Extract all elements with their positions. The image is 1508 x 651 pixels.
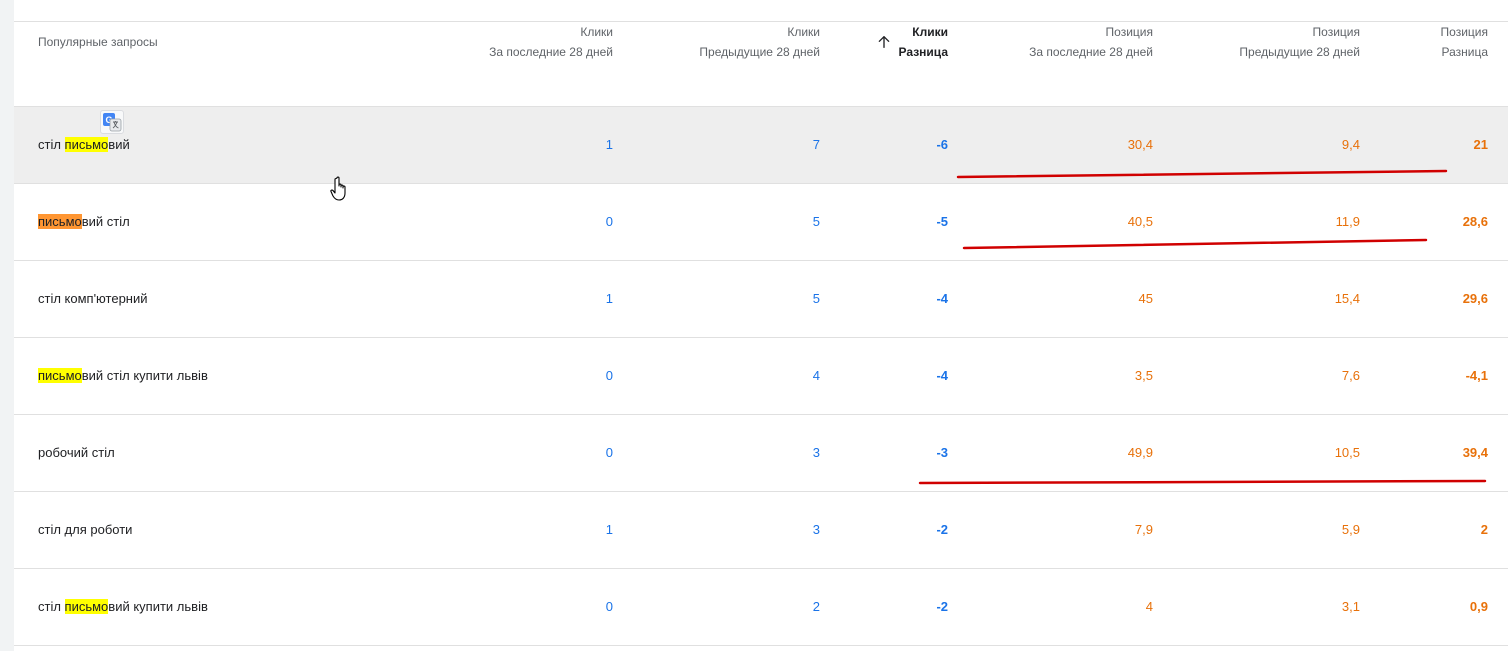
table-row[interactable]: стіл для роботи 1 3 -2 7,9 5,9 2 (14, 492, 1508, 569)
header-position-prev-sub: Предыдущие 28 дней (1239, 45, 1360, 59)
clicks-last-value: 0 (605, 368, 613, 383)
search-console-page: Популярные запросы Клики За последние 28… (0, 0, 1508, 651)
position-last-value: 30,4 (1127, 137, 1153, 152)
header-clicks-prev[interactable]: Клики Предыдущие 28 дней (699, 22, 820, 62)
clicks-diff-value: -5 (936, 214, 948, 229)
left-margin (0, 0, 14, 651)
query-highlight: письмо (64, 137, 109, 152)
position-last-value: 4 (1145, 599, 1153, 614)
position-diff-value: 21 (1473, 137, 1488, 152)
query-text[interactable]: письмовий стіл (38, 214, 130, 230)
query-part: робочий стіл (38, 445, 115, 460)
header-queries-label: Популярные запросы (38, 35, 158, 49)
header-clicks-prev-sub: Предыдущие 28 дней (699, 45, 820, 59)
query-part: стіл (38, 599, 65, 614)
query-part: вий стіл купити львів (81, 368, 208, 383)
clicks-prev-value: 5 (812, 291, 820, 306)
header-clicks-diff-title: Клики (912, 25, 948, 39)
clicks-prev-value: 3 (812, 445, 820, 460)
query-text[interactable]: стіл комп'ютерний (38, 291, 148, 307)
query-text[interactable]: письмовий стіл купити львів (38, 368, 208, 384)
position-diff-value: -4,1 (1465, 368, 1488, 383)
clicks-diff-value: -4 (936, 291, 948, 306)
position-prev-value: 3,1 (1341, 599, 1360, 614)
clicks-prev-value: 4 (812, 368, 820, 383)
query-part: стіл комп'ютерний (38, 291, 148, 306)
query-text[interactable]: стіл для роботи (38, 522, 132, 538)
header-position-diff-title: Позиция (1440, 25, 1488, 39)
clicks-prev-value: 7 (812, 137, 820, 152)
query-part: вий (108, 137, 130, 152)
position-diff-value: 29,6 (1462, 291, 1488, 306)
header-clicks-prev-title: Клики (787, 25, 820, 39)
queries-table: Популярные запросы Клики За последние 28… (14, 0, 1508, 651)
position-prev-value: 7,6 (1341, 368, 1360, 383)
header-clicks-diff[interactable]: Клики Разница (899, 22, 948, 62)
table-row[interactable]: стіл письмовий 1 7 -6 30,4 9,4 21 (14, 107, 1508, 184)
header-queries[interactable]: Популярные запросы (38, 32, 158, 52)
clicks-prev-value: 3 (812, 522, 820, 537)
clicks-diff-value: -6 (936, 137, 948, 152)
clicks-last-value: 0 (605, 599, 613, 614)
clicks-last-value: 1 (605, 137, 613, 152)
position-prev-value: 10,5 (1334, 445, 1360, 460)
clicks-diff-value: -4 (936, 368, 948, 383)
query-text[interactable]: стіл письмовий (38, 137, 130, 153)
clicks-diff-value: -3 (936, 445, 948, 460)
translate-glyph-icon: G (103, 113, 122, 132)
position-last-value: 7,9 (1134, 522, 1153, 537)
header-position-prev[interactable]: Позиция Предыдущие 28 дней (1239, 22, 1360, 62)
clicks-prev-value: 2 (812, 599, 820, 614)
query-highlight: письмо (64, 599, 109, 614)
query-text[interactable]: робочий стіл (38, 445, 115, 461)
query-part: стіл (38, 137, 65, 152)
position-diff-value: 2 (1480, 522, 1488, 537)
table-row[interactable]: письмовий стіл купити львів 0 4 -4 3,5 7… (14, 338, 1508, 415)
query-part: стіл для роботи (38, 522, 133, 537)
header-clicks-diff-sub: Разница (898, 45, 948, 59)
hand-pointer-cursor-icon (330, 176, 346, 201)
arrow-upward-icon[interactable] (876, 34, 892, 50)
position-diff-value: 0,9 (1469, 599, 1488, 614)
header-position-last-sub: За последние 28 дней (1029, 45, 1153, 59)
position-prev-value: 5,9 (1341, 522, 1360, 537)
query-part: вий купити львів (108, 599, 208, 614)
position-last-value: 45 (1138, 291, 1153, 306)
position-diff-value: 39,4 (1462, 445, 1488, 460)
clicks-diff-value: -2 (936, 522, 948, 537)
table-row[interactable]: робочий стіл 0 3 -3 49,9 10,5 39,4 (14, 415, 1508, 492)
header-position-last[interactable]: Позиция За последние 28 дней (1029, 22, 1153, 62)
position-diff-value: 28,6 (1462, 214, 1488, 229)
table-row[interactable]: письмовий стіл 0 5 -5 40,5 11,9 28,6 (14, 184, 1508, 261)
clicks-last-value: 0 (605, 445, 613, 460)
query-part: вий стіл (81, 214, 130, 229)
header-position-last-title: Позиция (1105, 25, 1153, 39)
clicks-prev-value: 5 (812, 214, 820, 229)
header-clicks-last-title: Клики (580, 25, 613, 39)
header-position-diff-sub: Разница (1441, 45, 1488, 59)
clicks-last-value: 1 (605, 291, 613, 306)
clicks-diff-value: -2 (936, 599, 948, 614)
clicks-last-value: 1 (605, 522, 613, 537)
query-highlight: письмо (38, 214, 82, 229)
position-last-value: 3,5 (1134, 368, 1153, 383)
table-row[interactable]: стіл комп'ютерний 1 5 -4 45 15,4 29,6 (14, 261, 1508, 338)
header-position-diff[interactable]: Позиция Разница (1441, 22, 1488, 62)
google-translate-icon[interactable]: G (100, 110, 124, 134)
header-clicks-last-sub: За последние 28 дней (489, 45, 613, 59)
position-last-value: 49,9 (1127, 445, 1153, 460)
header-clicks-last[interactable]: Клики За последние 28 дней (489, 22, 613, 62)
query-text[interactable]: стіл письмовий купити львів (38, 599, 208, 615)
table-row[interactable]: стіл письмовий купити львів 0 2 -2 4 3,1… (14, 569, 1508, 646)
position-prev-value: 9,4 (1341, 137, 1360, 152)
position-prev-value: 11,9 (1335, 214, 1360, 229)
clicks-last-value: 0 (605, 214, 613, 229)
position-prev-value: 15,4 (1334, 291, 1360, 306)
header-position-prev-title: Позиция (1312, 25, 1360, 39)
position-last-value: 40,5 (1127, 214, 1153, 229)
query-highlight: письмо (38, 368, 82, 383)
